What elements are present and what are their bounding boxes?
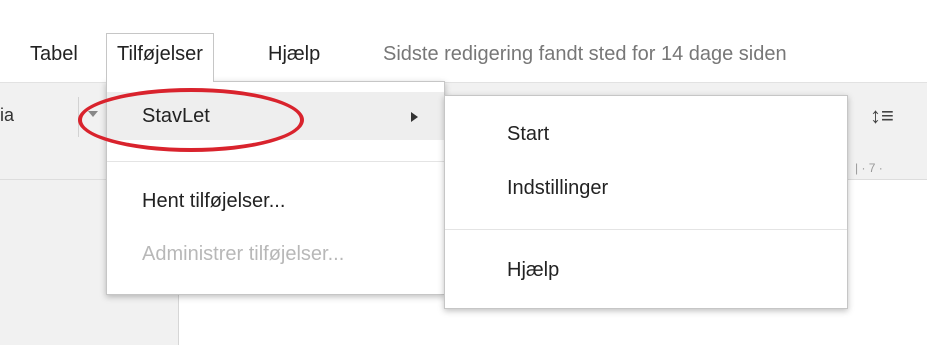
toolbar-separator <box>78 97 79 137</box>
ruler-tick-label: | · 7 · <box>855 161 883 175</box>
font-name-label[interactable]: ia <box>0 105 14 126</box>
submenu-divider <box>445 229 847 230</box>
submenu-item-start[interactable]: Start <box>445 110 847 158</box>
menu-hjaelp[interactable]: Hjælp <box>268 34 320 74</box>
chevron-down-icon[interactable] <box>88 111 98 117</box>
submenu-item-help[interactable]: Hjælp <box>445 246 847 294</box>
last-edit-status[interactable]: Sidste redigering fandt sted for 14 dage… <box>383 34 787 74</box>
menu-item-manage-addons: Administrer tilføjelser... <box>142 243 345 265</box>
menu-item-get-addons[interactable]: Hent tilføjelser... <box>107 177 444 225</box>
menu-tilfojelser[interactable]: Tilføjelser <box>106 33 214 82</box>
menu-bar: Tabel Tilføjelser Hjælp Sidste redigerin… <box>0 24 927 82</box>
menu-item-stavlet[interactable]: StavLet <box>107 92 444 140</box>
line-spacing-icon[interactable]: ↕≡ <box>870 103 894 129</box>
stavlet-submenu: Start Indstillinger Hjælp <box>444 95 848 309</box>
menu-tabel[interactable]: Tabel <box>30 34 78 74</box>
menu-item-label: StavLet <box>142 105 210 127</box>
ruler-number: 7 <box>868 161 876 175</box>
addons-dropdown-menu: StavLet Hent tilføjelser... Administrer … <box>106 81 445 295</box>
submenu-item-settings[interactable]: Indstillinger <box>445 164 847 212</box>
menu-divider <box>107 161 444 162</box>
submenu-arrow-icon <box>411 112 418 122</box>
